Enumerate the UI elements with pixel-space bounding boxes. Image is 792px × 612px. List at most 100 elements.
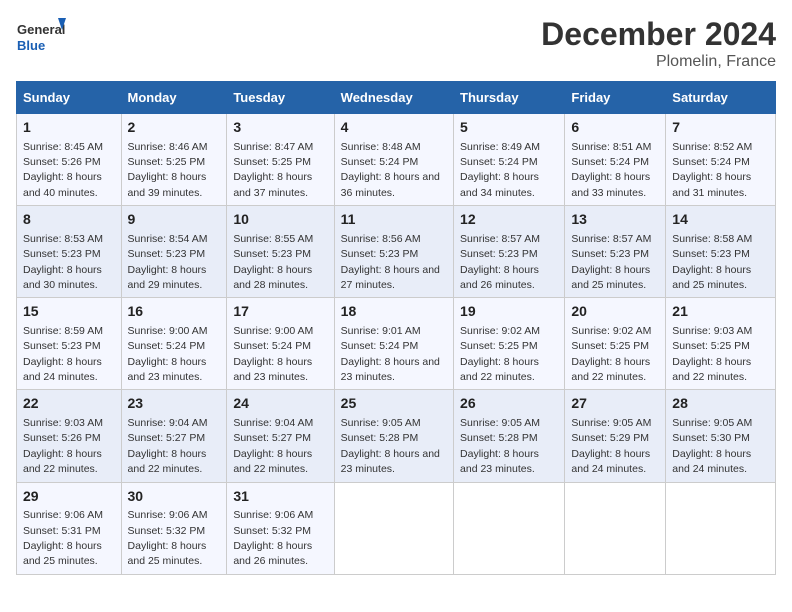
table-cell: 4 Sunrise: 8:48 AM Sunset: 5:24 PM Dayli…: [334, 114, 453, 206]
table-cell: 3 Sunrise: 8:47 AM Sunset: 5:25 PM Dayli…: [227, 114, 334, 206]
cell-detail: Sunrise: 9:03 AM Sunset: 5:25 PM Dayligh…: [672, 325, 752, 383]
cell-detail: Sunrise: 9:03 AM Sunset: 5:26 PM Dayligh…: [23, 417, 103, 475]
table-cell: 28 Sunrise: 9:05 AM Sunset: 5:30 PM Dayl…: [666, 390, 776, 482]
day-number: 16: [128, 302, 221, 322]
cell-detail: Sunrise: 9:05 AM Sunset: 5:30 PM Dayligh…: [672, 417, 752, 475]
day-number: 3: [233, 118, 327, 138]
header: General Blue December 2024 Plomelin, Fra…: [16, 16, 776, 71]
svg-text:General: General: [17, 22, 65, 37]
table-cell: [454, 482, 565, 574]
day-number: 23: [128, 394, 221, 414]
table-cell: 21 Sunrise: 9:03 AM Sunset: 5:25 PM Dayl…: [666, 298, 776, 390]
table-cell: 8 Sunrise: 8:53 AM Sunset: 5:23 PM Dayli…: [17, 206, 122, 298]
day-number: 18: [341, 302, 447, 322]
table-cell: [666, 482, 776, 574]
col-thursday: Thursday: [454, 82, 565, 114]
table-cell: 2 Sunrise: 8:46 AM Sunset: 5:25 PM Dayli…: [121, 114, 227, 206]
svg-text:Blue: Blue: [17, 38, 45, 53]
day-number: 14: [672, 210, 769, 230]
day-number: 30: [128, 487, 221, 507]
col-tuesday: Tuesday: [227, 82, 334, 114]
table-cell: 5 Sunrise: 8:49 AM Sunset: 5:24 PM Dayli…: [454, 114, 565, 206]
table-cell: 22 Sunrise: 9:03 AM Sunset: 5:26 PM Dayl…: [17, 390, 122, 482]
logo: General Blue: [16, 16, 66, 60]
table-cell: [565, 482, 666, 574]
table-cell: 15 Sunrise: 8:59 AM Sunset: 5:23 PM Dayl…: [17, 298, 122, 390]
cell-detail: Sunrise: 8:56 AM Sunset: 5:23 PM Dayligh…: [341, 233, 440, 291]
day-number: 6: [571, 118, 659, 138]
table-cell: 27 Sunrise: 9:05 AM Sunset: 5:29 PM Dayl…: [565, 390, 666, 482]
page-subtitle: Plomelin, France: [541, 53, 776, 71]
week-row-4: 22 Sunrise: 9:03 AM Sunset: 5:26 PM Dayl…: [17, 390, 776, 482]
week-row-2: 8 Sunrise: 8:53 AM Sunset: 5:23 PM Dayli…: [17, 206, 776, 298]
cell-detail: Sunrise: 8:55 AM Sunset: 5:23 PM Dayligh…: [233, 233, 313, 291]
col-monday: Monday: [121, 82, 227, 114]
table-cell: 13 Sunrise: 8:57 AM Sunset: 5:23 PM Dayl…: [565, 206, 666, 298]
day-number: 1: [23, 118, 115, 138]
table-cell: 10 Sunrise: 8:55 AM Sunset: 5:23 PM Dayl…: [227, 206, 334, 298]
col-wednesday: Wednesday: [334, 82, 453, 114]
day-number: 27: [571, 394, 659, 414]
cell-detail: Sunrise: 8:58 AM Sunset: 5:23 PM Dayligh…: [672, 233, 752, 291]
day-number: 15: [23, 302, 115, 322]
page-title: December 2024: [541, 16, 776, 53]
week-row-5: 29 Sunrise: 9:06 AM Sunset: 5:31 PM Dayl…: [17, 482, 776, 574]
day-number: 29: [23, 487, 115, 507]
day-number: 26: [460, 394, 558, 414]
col-sunday: Sunday: [17, 82, 122, 114]
day-number: 28: [672, 394, 769, 414]
day-number: 8: [23, 210, 115, 230]
cell-detail: Sunrise: 9:02 AM Sunset: 5:25 PM Dayligh…: [460, 325, 540, 383]
day-number: 12: [460, 210, 558, 230]
day-number: 10: [233, 210, 327, 230]
cell-detail: Sunrise: 9:00 AM Sunset: 5:24 PM Dayligh…: [128, 325, 208, 383]
table-cell: 20 Sunrise: 9:02 AM Sunset: 5:25 PM Dayl…: [565, 298, 666, 390]
cell-detail: Sunrise: 9:04 AM Sunset: 5:27 PM Dayligh…: [128, 417, 208, 475]
table-cell: 12 Sunrise: 8:57 AM Sunset: 5:23 PM Dayl…: [454, 206, 565, 298]
calendar-table: Sunday Monday Tuesday Wednesday Thursday…: [16, 81, 776, 575]
table-cell: 25 Sunrise: 9:05 AM Sunset: 5:28 PM Dayl…: [334, 390, 453, 482]
cell-detail: Sunrise: 9:00 AM Sunset: 5:24 PM Dayligh…: [233, 325, 313, 383]
cell-detail: Sunrise: 9:05 AM Sunset: 5:28 PM Dayligh…: [460, 417, 540, 475]
table-cell: 19 Sunrise: 9:02 AM Sunset: 5:25 PM Dayl…: [454, 298, 565, 390]
cell-detail: Sunrise: 8:46 AM Sunset: 5:25 PM Dayligh…: [128, 141, 208, 199]
table-cell: 11 Sunrise: 8:56 AM Sunset: 5:23 PM Dayl…: [334, 206, 453, 298]
table-cell: 30 Sunrise: 9:06 AM Sunset: 5:32 PM Dayl…: [121, 482, 227, 574]
day-number: 11: [341, 210, 447, 230]
cell-detail: Sunrise: 9:06 AM Sunset: 5:31 PM Dayligh…: [23, 509, 103, 567]
cell-detail: Sunrise: 8:59 AM Sunset: 5:23 PM Dayligh…: [23, 325, 103, 383]
day-number: 2: [128, 118, 221, 138]
title-area: December 2024 Plomelin, France: [541, 16, 776, 71]
cell-detail: Sunrise: 8:52 AM Sunset: 5:24 PM Dayligh…: [672, 141, 752, 199]
day-number: 24: [233, 394, 327, 414]
table-cell: [334, 482, 453, 574]
week-row-1: 1 Sunrise: 8:45 AM Sunset: 5:26 PM Dayli…: [17, 114, 776, 206]
cell-detail: Sunrise: 8:45 AM Sunset: 5:26 PM Dayligh…: [23, 141, 103, 199]
cell-detail: Sunrise: 8:49 AM Sunset: 5:24 PM Dayligh…: [460, 141, 540, 199]
table-cell: 7 Sunrise: 8:52 AM Sunset: 5:24 PM Dayli…: [666, 114, 776, 206]
table-cell: 6 Sunrise: 8:51 AM Sunset: 5:24 PM Dayli…: [565, 114, 666, 206]
day-number: 7: [672, 118, 769, 138]
table-cell: 18 Sunrise: 9:01 AM Sunset: 5:24 PM Dayl…: [334, 298, 453, 390]
table-cell: 24 Sunrise: 9:04 AM Sunset: 5:27 PM Dayl…: [227, 390, 334, 482]
day-number: 19: [460, 302, 558, 322]
day-number: 17: [233, 302, 327, 322]
cell-detail: Sunrise: 9:02 AM Sunset: 5:25 PM Dayligh…: [571, 325, 651, 383]
cell-detail: Sunrise: 8:57 AM Sunset: 5:23 PM Dayligh…: [460, 233, 540, 291]
cell-detail: Sunrise: 9:06 AM Sunset: 5:32 PM Dayligh…: [128, 509, 208, 567]
day-number: 22: [23, 394, 115, 414]
table-cell: 17 Sunrise: 9:00 AM Sunset: 5:24 PM Dayl…: [227, 298, 334, 390]
week-row-3: 15 Sunrise: 8:59 AM Sunset: 5:23 PM Dayl…: [17, 298, 776, 390]
column-headers: Sunday Monday Tuesday Wednesday Thursday…: [17, 82, 776, 114]
table-cell: 23 Sunrise: 9:04 AM Sunset: 5:27 PM Dayl…: [121, 390, 227, 482]
day-number: 9: [128, 210, 221, 230]
day-number: 25: [341, 394, 447, 414]
table-cell: 26 Sunrise: 9:05 AM Sunset: 5:28 PM Dayl…: [454, 390, 565, 482]
cell-detail: Sunrise: 9:04 AM Sunset: 5:27 PM Dayligh…: [233, 417, 313, 475]
day-number: 21: [672, 302, 769, 322]
day-number: 4: [341, 118, 447, 138]
day-number: 13: [571, 210, 659, 230]
logo-svg: General Blue: [16, 16, 66, 60]
table-cell: 16 Sunrise: 9:00 AM Sunset: 5:24 PM Dayl…: [121, 298, 227, 390]
cell-detail: Sunrise: 9:01 AM Sunset: 5:24 PM Dayligh…: [341, 325, 440, 383]
